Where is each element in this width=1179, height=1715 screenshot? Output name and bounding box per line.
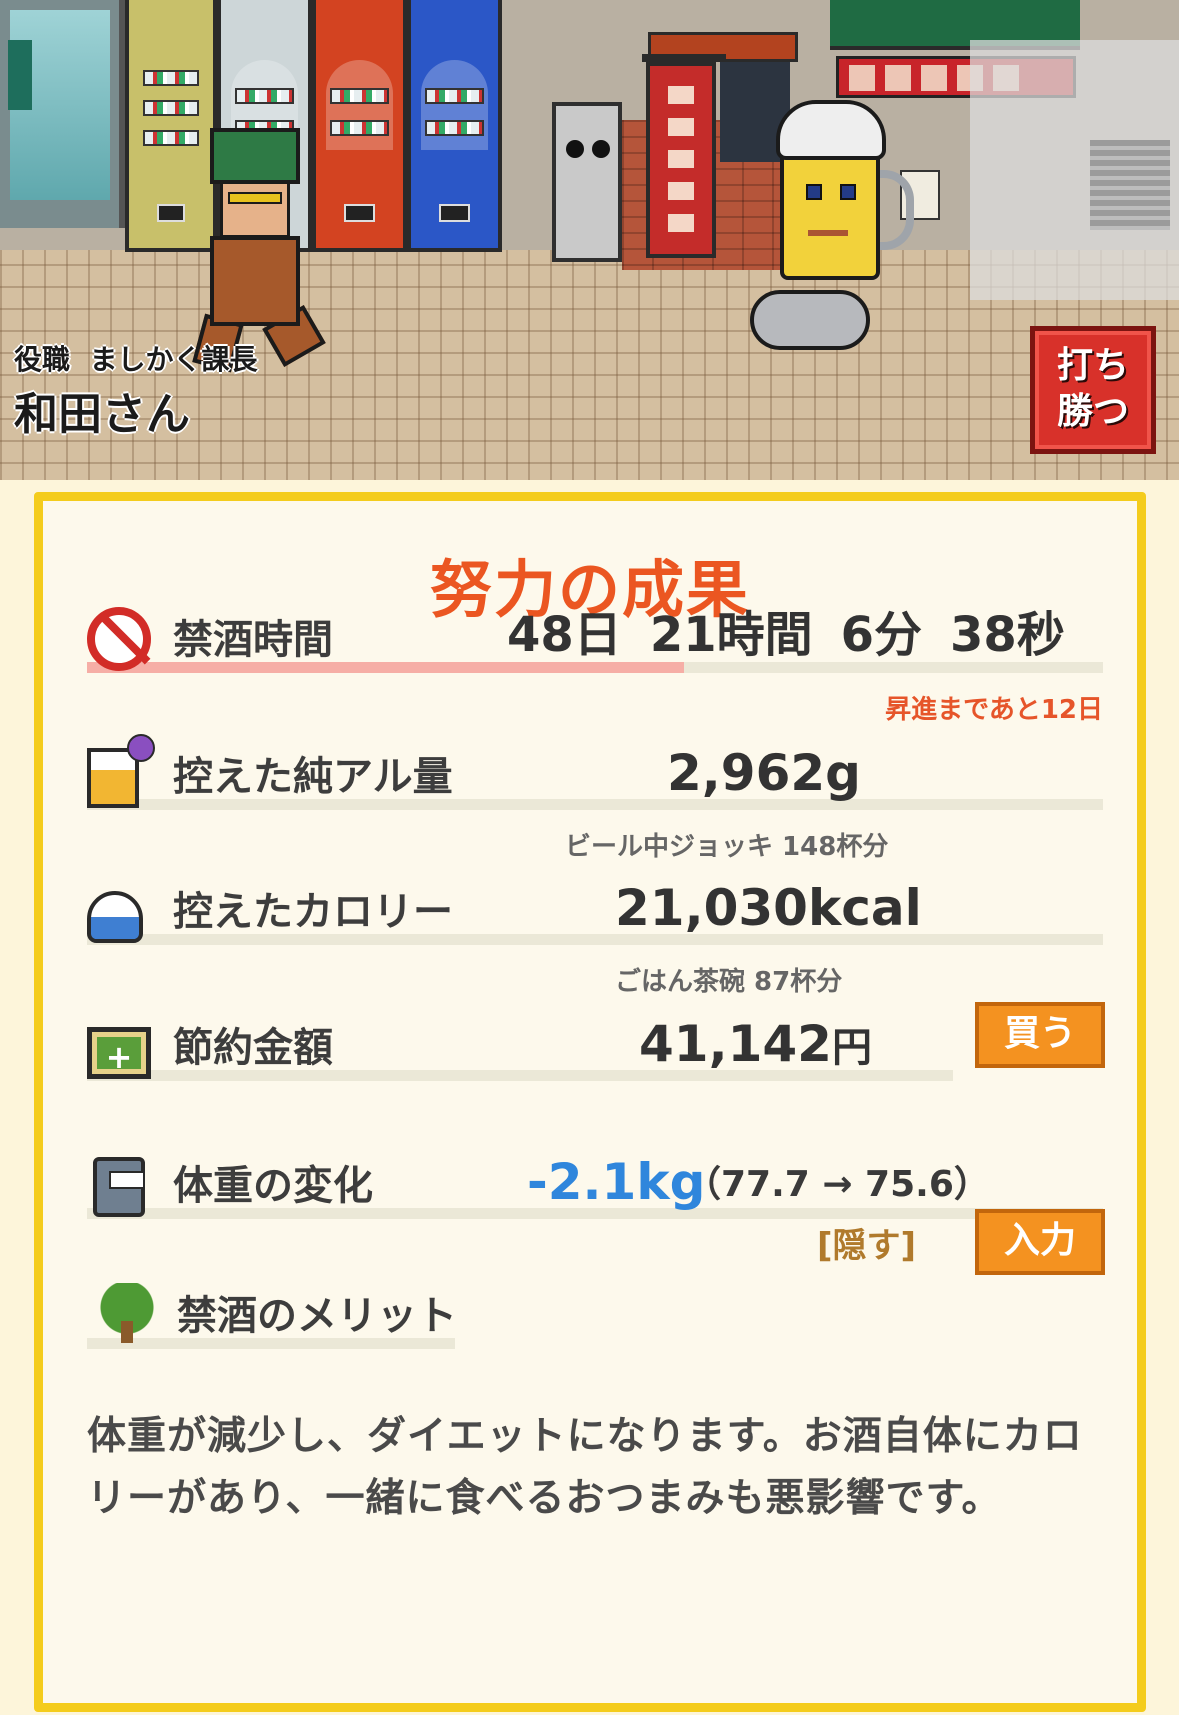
merit-description: 体重が減少し、ダイエットになります。お酒自体にカロリーがあり、一緒に食べるおつま… xyxy=(87,1414,1083,1521)
buy-button[interactable]: 買う xyxy=(975,1002,1105,1068)
rice-bowl-icon xyxy=(87,891,143,943)
savings-value: 41,142円 xyxy=(639,1015,872,1073)
results-panel: 努力の成果 禁酒時間 48日 21時間 6分 38秒 昇進まであと12日 控えた純アル… xyxy=(34,492,1146,1712)
weight-detail: （77.7 → 75.6） xyxy=(685,1164,990,1205)
weight-row: 体重の変化 -2.1kg （77.7 → 75.6） xyxy=(87,1143,1103,1223)
hide-weight-link[interactable]: [隠す] xyxy=(817,1218,916,1267)
beer-mug-icon xyxy=(87,734,155,808)
player-character xyxy=(190,118,330,373)
weight-label: 体重の変化 xyxy=(173,1163,373,1209)
no-alcohol-icon xyxy=(87,607,151,671)
calories-equivalent: ごはん茶碗 87杯分 xyxy=(615,967,843,997)
storefront-right xyxy=(970,40,1179,300)
game-scene: 役職 ましかく課長 和田さん 打ち 勝つ xyxy=(0,0,1179,480)
tree-icon xyxy=(95,1283,159,1347)
money-icon xyxy=(87,1027,151,1079)
calories-value: 21,030kcal xyxy=(615,879,922,937)
sobriety-time-row: 禁酒時間 48日 21時間 6分 38秒 昇進まであと12日 xyxy=(87,595,1103,725)
sobriety-days: 48日 xyxy=(507,607,622,663)
alcohol-row: 控えた純アル量 2,962g ビール中ジョッキ 148杯分 xyxy=(87,734,1103,862)
calories-label: 控えたカロリー xyxy=(173,889,453,935)
sobriety-seconds: 38秒 xyxy=(950,607,1065,663)
sobriety-hours: 21時間 xyxy=(649,607,813,663)
fight-button[interactable]: 打ち 勝つ xyxy=(1030,326,1156,454)
player-role: 役職 ましかく課長 xyxy=(14,343,258,376)
sobriety-time-value: 48日 21時間 6分 38秒 xyxy=(507,595,1065,665)
player-name: 和田さん xyxy=(14,389,190,440)
alcohol-label: 控えた純アル量 xyxy=(173,754,453,800)
shop-entrance xyxy=(0,0,125,228)
savings-row: 節約金額 41,142円 xyxy=(87,1005,953,1085)
ramen-banner xyxy=(642,54,726,258)
sobriety-time-label: 禁酒時間 xyxy=(173,617,333,663)
scale-icon xyxy=(93,1157,145,1217)
savings-amount: 41,142 xyxy=(639,1015,832,1073)
weight-delta: -2.1kg xyxy=(527,1153,706,1211)
alcohol-equivalent: ビール中ジョッキ 148杯分 xyxy=(565,832,889,862)
vending-machine xyxy=(407,0,502,252)
fight-button-label-1: 打ち xyxy=(1056,345,1129,386)
fight-button-label-2: 勝つ xyxy=(1056,391,1129,432)
savings-currency: 円 xyxy=(831,1025,872,1071)
savings-label: 節約金額 xyxy=(173,1025,333,1071)
merit-label: 禁酒のメリット xyxy=(177,1293,457,1339)
trash-bin xyxy=(552,102,622,262)
calories-row: 控えたカロリー 21,030kcal ごはん茶碗 87杯分 xyxy=(87,869,1103,997)
promotion-note: 昇進まであと12日 xyxy=(885,695,1103,725)
merit-header: 禁酒のメリット xyxy=(87,1273,457,1353)
alcohol-value: 2,962g xyxy=(667,744,861,802)
beer-mascot-enemy xyxy=(740,100,930,370)
sobriety-minutes: 6分 xyxy=(840,607,923,663)
weight-input-button[interactable]: 入力 xyxy=(975,1209,1105,1275)
